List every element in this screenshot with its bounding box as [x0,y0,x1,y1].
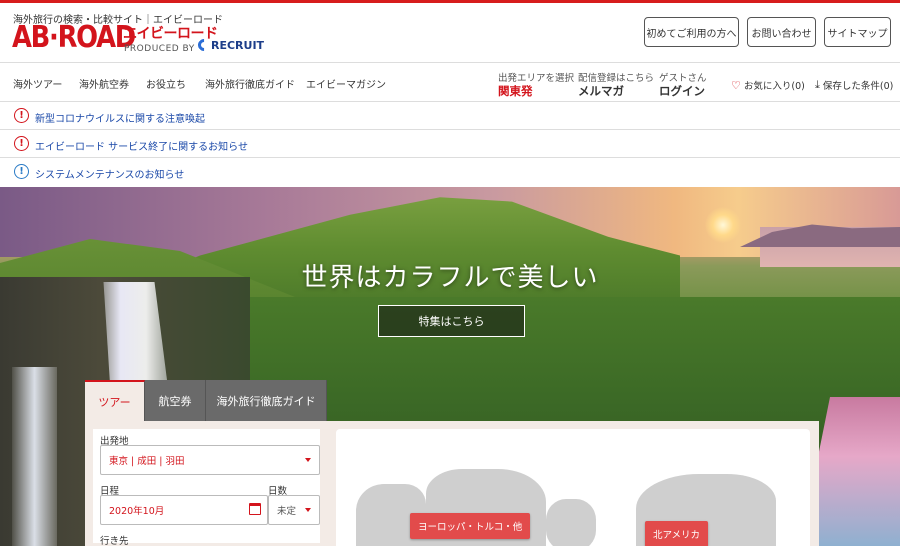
search-panel: 出発地 東京 | 成田 | 羽田 日程 2020年10月 日数 未定 行き先 ヨ… [85,421,819,546]
guest-label: ゲストさん [659,73,707,84]
favorites-link[interactable]: ♡ お気に入り(0) [731,78,805,93]
site-header: 海外旅行の検索・比較サイト｜エイビーロード AB·ROAD エイビーロード PR… [0,3,900,63]
sitemap-button[interactable]: サイトマップ [824,17,891,47]
chevron-down-icon [305,458,311,462]
main-nav: 海外ツアー 海外航空券 お役立ち 海外旅行徹底ガイド エイビーマガジン 出発エリ… [0,64,900,102]
nav-item-air-tickets[interactable]: 海外航空券 [79,76,129,91]
chevron-down-icon [305,508,311,512]
hero-waterfall [12,367,57,546]
nav-item-useful-info[interactable]: お役立ち [146,76,186,91]
map-landmass [546,499,596,546]
notice-link[interactable]: システムメンテナンスのお知らせ [35,166,184,181]
contact-button[interactable]: お問い合わせ [747,17,816,47]
notice-row[interactable]: ! エイビーロード サービス終了に関するお知らせ [0,130,900,158]
warning-icon: ! [14,136,29,151]
mailmag-link[interactable]: メルマガ [578,83,624,99]
nav-item-magazine[interactable]: エイビーマガジン [306,76,386,91]
abroad-logo[interactable]: AB·ROAD エイビーロード PRODUCED BY RECRUIT [12,20,265,57]
logo-wordmark: AB·ROAD [12,20,136,55]
saved-conditions-label: 保存した条件(0) [822,81,894,92]
favorites-label: お気に入り(0) [743,81,805,92]
saved-conditions-link[interactable]: ⤓ 保存した条件(0) [815,78,893,92]
recruit-wordmark: RECRUIT [211,39,265,52]
feature-cta-button[interactable]: 特集はこちら [378,305,525,337]
world-map: ヨーロッパ・トルコ・他 北アメリカ [336,429,810,546]
search-form: 出発地 東京 | 成田 | 羽田 日程 2020年10月 日数 未定 行き先 [85,421,328,546]
departure-select-value: 東京 | 成田 | 羽田 [109,456,185,467]
notice-link[interactable]: エイビーロード サービス終了に関するお知らせ [35,138,248,153]
first-time-button[interactable]: 初めてご利用の方へ [644,17,739,47]
notice-row[interactable]: ! システムメンテナンスのお知らせ [0,158,900,186]
days-select[interactable]: 未定 [268,495,320,525]
login-link[interactable]: ログイン [659,83,705,99]
warning-icon: ! [14,108,29,123]
mailmag-label: 配信登録はこちら [578,73,655,84]
departure-area-value[interactable]: 関東発 [498,83,533,99]
tab-travel-guide[interactable]: 海外旅行徹底ガイド [206,380,327,421]
recruit-logo: RECRUIT [195,36,265,54]
heart-icon: ♡ [731,78,741,92]
region-north-america-button[interactable]: 北アメリカ [645,521,709,546]
notice-row[interactable]: ! 新型コロナウイルスに関する注意喚起 [0,102,900,130]
nav-item-travel-guide[interactable]: 海外旅行徹底ガイド [205,76,295,91]
tab-air-tickets[interactable]: 航空券 [145,380,206,421]
info-icon: ! [14,164,29,179]
calendar-icon[interactable] [249,503,261,515]
hero-title: 世界はカラフルで美しい [301,263,599,293]
date-select[interactable]: 2020年10月 [100,495,268,525]
date-select-value: 2020年10月 [109,506,165,517]
days-select-value: 未定 [277,506,297,517]
search-tabs: ツアー 航空券 海外旅行徹底ガイド [85,380,327,421]
logo-produced-by: PRODUCED BY [124,44,195,54]
departure-select[interactable]: 東京 | 成田 | 羽田 [100,445,320,475]
tab-tours[interactable]: ツアー [85,380,145,421]
hero-sun [705,207,741,243]
download-icon: ⤓ [815,78,820,91]
notice-link[interactable]: 新型コロナウイルスに関する注意喚起 [35,110,205,125]
recruit-arc-icon [195,36,213,54]
departure-area-label: 出発エリアを選択 [498,73,575,84]
hero-banner: 世界はカラフルで美しい 特集はこちら ツアー 航空券 海外旅行徹底ガイド 出発地… [0,187,900,546]
destination-label: 行き先 [100,536,129,546]
region-europe-button[interactable]: ヨーロッパ・トルコ・他 [410,513,531,539]
nav-item-overseas-tours[interactable]: 海外ツアー [13,76,62,91]
